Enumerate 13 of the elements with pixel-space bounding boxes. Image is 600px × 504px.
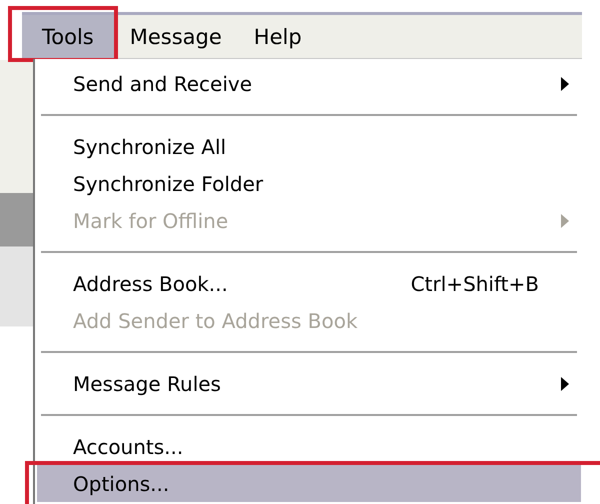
menu-item[interactable]: Accounts... [35,428,581,465]
menu-item[interactable]: Address Book... Ctrl+Shift+B [35,265,581,302]
menu-title[interactable]: Help [238,15,318,58]
menu-item[interactable]: Message Rules [35,365,581,402]
menu-title[interactable]: Tools [22,15,114,58]
menu-item[interactable]: Options... [37,465,581,502]
menu-item[interactable]: Synchronize All [35,128,581,165]
submenu-arrow-icon [561,376,569,390]
submenu-arrow-icon [561,76,569,90]
menu-title[interactable]: Message [114,15,238,58]
menu-item[interactable]: Send and Receive [35,65,581,102]
submenu-arrow-icon [561,214,569,228]
menu-item[interactable]: Synchronize Folder [35,165,581,202]
